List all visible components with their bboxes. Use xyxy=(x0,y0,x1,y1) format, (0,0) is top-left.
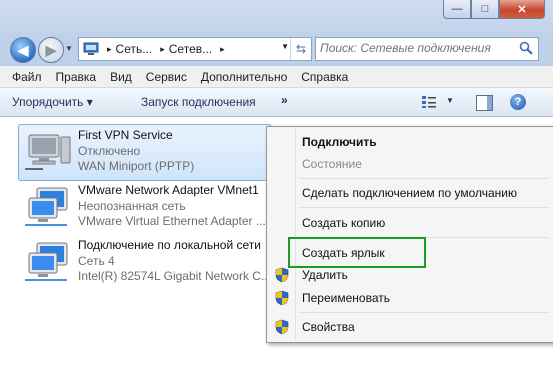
menu-item-label: Удалить xyxy=(302,268,348,282)
menu-advanced[interactable]: Дополнительно xyxy=(194,70,294,84)
change-view-icon[interactable] xyxy=(421,95,437,109)
context-menu: Подключить Состояние Сделать подключение… xyxy=(266,126,553,343)
command-bar: Упорядочить ▾ Запуск подключения » ▼ ? xyxy=(0,88,553,117)
menu-separator xyxy=(299,207,549,208)
breadcrumb-network[interactable]: Сеть... xyxy=(116,42,153,56)
connection-name: VMware Network Adapter VMnet1 xyxy=(78,183,259,197)
help-icon[interactable]: ? xyxy=(510,94,526,110)
breadcrumb-separator[interactable]: ▸ xyxy=(107,44,112,55)
back-button[interactable]: ◀ xyxy=(10,37,36,63)
connection-item-lan[interactable]: Подключение по локальной сети Сеть 4 Int… xyxy=(18,234,272,291)
menu-item-label: Свойства xyxy=(302,320,355,334)
connection-item-vpn[interactable]: First VPN Service Отключено WAN Miniport… xyxy=(18,124,272,181)
breadcrumb-separator[interactable]: ▸ xyxy=(220,44,225,55)
menu-help[interactable]: Справка xyxy=(294,70,355,84)
view-options-dropdown[interactable]: ▼ xyxy=(446,96,454,105)
arrow-left-icon: ◀ xyxy=(17,41,29,58)
connection-status: Неопознанная сеть xyxy=(78,199,186,213)
connection-status: Отключено xyxy=(78,144,141,158)
menu-item-label: Переименовать xyxy=(302,291,390,305)
menu-edit[interactable]: Правка xyxy=(49,70,104,84)
minimize-button[interactable]: — xyxy=(443,0,471,19)
forward-button[interactable]: ▶ xyxy=(38,37,64,63)
address-bar[interactable]: ▸ Сеть... ▸ Сетев... ▸ ▼ ⇆ xyxy=(78,37,312,61)
caption-buttons: — □ ✕ xyxy=(443,0,545,19)
explorer-window: — □ ✕ ◀ ▶ ▼ ▸ Сеть... ▸ Сетев... ▸ ▼ ⇆ Ф… xyxy=(0,0,553,366)
connection-device: VMware Virtual Ethernet Adapter ... xyxy=(78,214,266,228)
organize-button[interactable]: Упорядочить ▾ xyxy=(12,95,93,109)
menu-item-copy[interactable]: Создать копию xyxy=(270,212,550,234)
more-commands-button[interactable]: » xyxy=(281,93,288,107)
uac-shield-icon xyxy=(275,319,289,335)
recent-pages-dropdown[interactable]: ▼ xyxy=(65,44,73,53)
menu-bar: Файл Правка Вид Сервис Дополнительно Спр… xyxy=(0,66,553,88)
refresh-icon: ⇆ xyxy=(295,42,307,56)
create-shortcut-highlight-box xyxy=(288,237,426,268)
search-box[interactable] xyxy=(315,37,539,61)
connection-device: Intel(R) 82574L Gigabit Network C... xyxy=(78,269,271,283)
menu-separator xyxy=(299,312,549,313)
menu-tools[interactable]: Сервис xyxy=(139,70,194,84)
menu-file[interactable]: Файл xyxy=(0,70,49,84)
menu-item-label: Сделать подключением по умолчанию xyxy=(302,186,518,200)
close-button[interactable]: ✕ xyxy=(499,0,545,19)
breadcrumb-separator[interactable]: ▸ xyxy=(160,44,165,55)
menu-item-properties[interactable]: Свойства xyxy=(270,316,550,338)
search-input[interactable] xyxy=(316,38,514,58)
arrow-right-icon: ▶ xyxy=(45,41,57,58)
connection-name: Подключение по локальной сети xyxy=(78,238,261,252)
menu-item-rename[interactable]: Переименовать xyxy=(270,287,550,309)
menu-separator xyxy=(299,178,549,179)
uac-shield-icon xyxy=(275,267,289,283)
menu-item-status: Состояние xyxy=(270,153,550,175)
connection-status: Сеть 4 xyxy=(78,254,115,268)
connection-name: First VPN Service xyxy=(78,128,173,142)
preview-pane-icon[interactable] xyxy=(476,95,493,111)
network-adapter-icon xyxy=(25,242,68,281)
uac-shield-icon xyxy=(275,290,289,306)
menu-item-set-default[interactable]: Сделать подключением по умолчанию xyxy=(270,182,550,204)
network-adapter-icon xyxy=(25,187,68,226)
refresh-button[interactable]: ⇆ xyxy=(290,38,311,60)
connection-device: WAN Miniport (PPTP) xyxy=(78,159,195,173)
address-dropdown[interactable]: ▼ xyxy=(281,42,289,51)
menu-item-connect[interactable]: Подключить xyxy=(270,131,550,153)
network-folder-icon xyxy=(83,42,99,55)
menu-item-label: Подключить xyxy=(302,135,377,149)
search-icon xyxy=(519,41,533,55)
start-connection-button[interactable]: Запуск подключения xyxy=(141,95,256,109)
vpn-computer-icon xyxy=(25,134,71,170)
menu-item-label: Состояние xyxy=(302,157,362,171)
breadcrumb-network-connections[interactable]: Сетев... xyxy=(169,42,212,56)
maximize-button[interactable]: □ xyxy=(471,0,499,19)
connection-item-vmware[interactable]: VMware Network Adapter VMnet1 Неопознанн… xyxy=(18,179,272,236)
menu-item-label: Создать копию xyxy=(302,216,386,230)
menu-view[interactable]: Вид xyxy=(103,70,139,84)
